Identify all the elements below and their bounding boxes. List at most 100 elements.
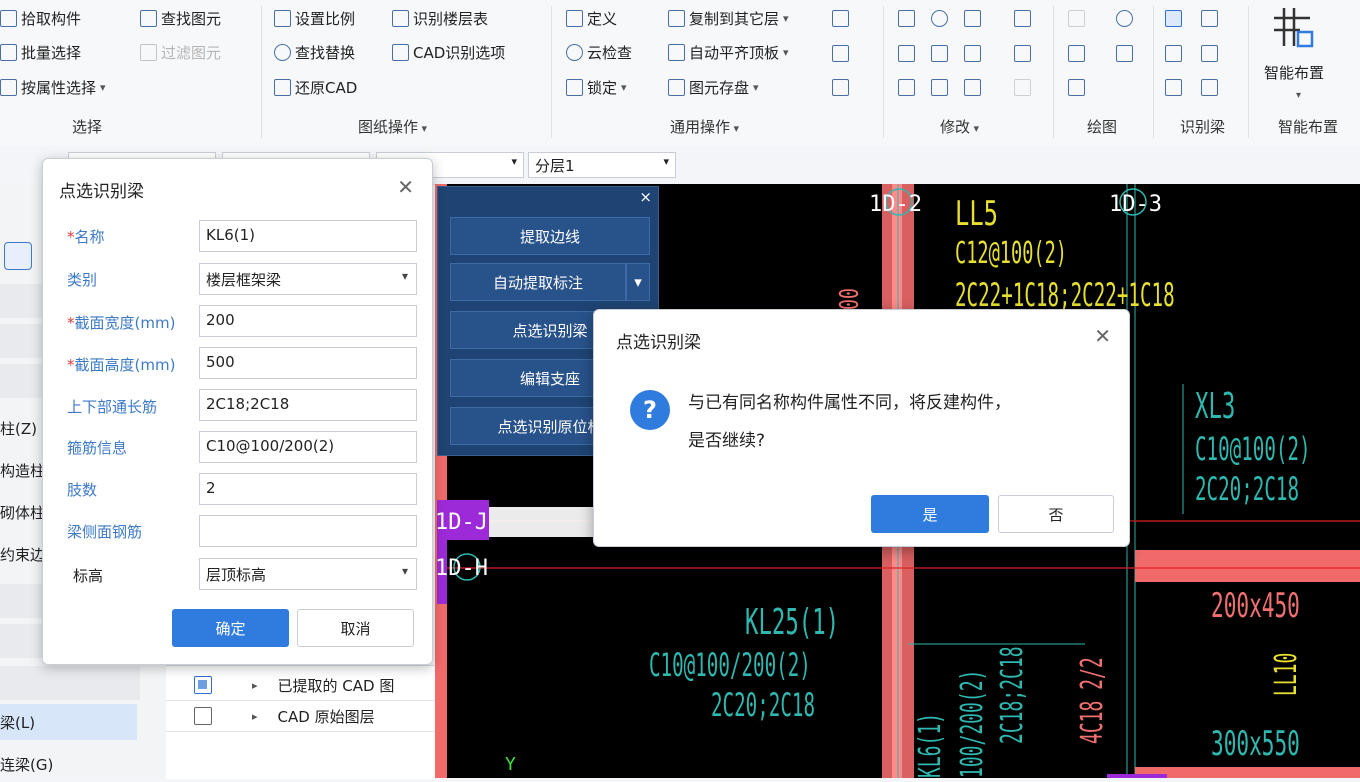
ribbon-divider (1153, 6, 1154, 138)
group-label-drawing-ops[interactable]: 图纸操作 (358, 116, 427, 137)
yes-button[interactable]: 是 (871, 495, 989, 533)
arc-icon[interactable] (1068, 79, 1085, 96)
stirrup-input[interactable]: C10@100/200(2) (199, 431, 417, 463)
field-label-elevation: 标高 (73, 567, 104, 585)
mirror-icon[interactable] (931, 45, 948, 62)
legs-input[interactable]: 2 (199, 473, 417, 505)
define-button[interactable]: 定义 (566, 8, 617, 29)
beam-table-icon[interactable] (1201, 45, 1218, 62)
cad-layer-tree: ▸ 已提取的 CAD 图 ▸ CAD 原始图层 (166, 665, 435, 779)
auto-extract-label-button[interactable]: 自动提取标注 (450, 263, 626, 301)
beam-stirrup-kl25: C10@100/200(2) (649, 646, 811, 684)
layer-checkbox[interactable] (194, 707, 212, 725)
attribute-select-icon (0, 79, 17, 96)
restore-cad-button[interactable]: 还原CAD (274, 77, 357, 98)
layer-row-original[interactable]: ▸ CAD 原始图层 (166, 701, 435, 732)
delete-icon[interactable] (898, 10, 915, 27)
move-icon[interactable] (898, 79, 915, 96)
pick-component-button[interactable]: 拾取构件 (0, 8, 81, 29)
group-label-draw: 绘图 (1087, 118, 1118, 136)
smart-layout-button[interactable]: 智能布置 (1264, 62, 1324, 83)
identify-beam-icon[interactable] (1165, 10, 1182, 27)
dialog-title: 点选识别梁 (59, 182, 144, 202)
beam-stirrup-xl3: C10@100(2) (1195, 430, 1311, 468)
offset-icon[interactable] (1014, 10, 1031, 27)
copy-to-other-floor-button[interactable]: 复制到其它层 (668, 8, 789, 29)
beam-dim-vertical: 00 (835, 288, 865, 310)
field-label-category: 类别 (67, 271, 98, 289)
identify-floor-table-button[interactable]: 识别楼层表 (392, 8, 488, 29)
set-scale-button[interactable]: 设置比例 (274, 8, 355, 29)
align-element-icon[interactable] (964, 45, 981, 62)
group-label-modify[interactable]: 修改 (940, 116, 979, 137)
dimension-icon[interactable] (832, 45, 849, 62)
support-icon[interactable] (1201, 10, 1218, 27)
lock-icon (566, 79, 583, 96)
beam-label-kl6-vertical: KL6(1) (913, 712, 948, 778)
close-icon[interactable]: ✕ (397, 175, 414, 199)
copy-element-icon[interactable] (898, 45, 915, 62)
ok-button[interactable]: 确定 (172, 609, 289, 647)
find-element-button[interactable]: 查找图元 (140, 8, 221, 29)
close-icon[interactable]: ✕ (1094, 324, 1111, 348)
filter-icon (140, 44, 157, 61)
through-rebar-input[interactable]: 2C18;2C18 (199, 389, 417, 421)
group-label-common-ops[interactable]: 通用操作 (670, 116, 739, 137)
line-icon[interactable] (1068, 45, 1085, 62)
axis-label-1d-3: 1D-3 (1109, 192, 1162, 217)
find-replace-button[interactable]: 查找替换 (274, 42, 355, 63)
expand-arrow-icon[interactable]: ▸ (252, 710, 258, 723)
name-input[interactable]: KL6(1) (199, 220, 417, 252)
ribbon: 拾取构件 批量选择 按属性选择 查找图元 过滤图元 选择 设置比例 识别楼层表 … (0, 0, 1360, 147)
element-save-button[interactable]: 图元存盘 (668, 77, 759, 98)
point-icon[interactable] (1068, 10, 1085, 27)
elevation-select[interactable]: 层顶标高 (199, 558, 417, 590)
cad-identify-options-button[interactable]: CAD识别选项 (392, 42, 505, 63)
no-button[interactable]: 否 (998, 495, 1114, 533)
batch-select-button[interactable]: 批量选择 (0, 42, 81, 63)
beam-span-icon[interactable] (1165, 79, 1182, 96)
filter-element-button[interactable]: 过滤图元 (140, 42, 221, 63)
cancel-button[interactable]: 取消 (297, 609, 414, 647)
layer-select[interactable]: 分层1 ▾ (528, 152, 676, 178)
break-icon[interactable] (1014, 45, 1031, 62)
component-item-coupling-beam[interactable]: 连梁(G) (0, 746, 140, 782)
component-item-beam[interactable]: 梁(L) (0, 704, 137, 740)
split-icon[interactable] (931, 79, 948, 96)
field-label-through-rebar: 上下部通长筋 (67, 398, 158, 416)
smart-layout-icon[interactable] (1270, 6, 1326, 52)
beam-label-ll5: LL5 (955, 194, 998, 234)
beam-label-icon[interactable] (1201, 79, 1218, 96)
auto-align-top-button[interactable]: 自动平齐顶板 (668, 42, 789, 63)
property-list-icon[interactable] (4, 242, 32, 270)
lock-button[interactable]: 锁定 (566, 77, 627, 98)
layer-row-extracted[interactable]: ▸ 已提取的 CAD 图 (166, 670, 435, 701)
rectangle-icon[interactable] (1116, 45, 1133, 62)
auto-extract-dropdown-button[interactable]: ▾ (626, 263, 650, 301)
ucs-y-axis-label: Y (505, 754, 516, 775)
edit-disabled-icon[interactable] (1014, 79, 1031, 96)
rotate-icon[interactable] (931, 10, 948, 27)
pick-icon (0, 10, 17, 27)
layer-checkbox[interactable] (194, 676, 212, 694)
ribbon-divider (883, 6, 884, 138)
trim-icon[interactable] (832, 10, 849, 27)
ribbon-divider (1248, 6, 1249, 138)
expand-arrow-icon[interactable]: ▸ (252, 679, 258, 692)
extract-edge-button[interactable]: 提取边线 (450, 217, 650, 255)
smart-layout-dropdown-icon[interactable]: ▾ (1296, 90, 1301, 101)
chevron-down-icon: ▾ (634, 273, 642, 291)
circle-icon[interactable] (1116, 10, 1133, 27)
section-width-input[interactable]: 200 (199, 305, 417, 337)
extend-icon[interactable] (964, 10, 981, 27)
side-rebar-input[interactable] (199, 515, 417, 547)
close-icon[interactable]: × (639, 188, 652, 206)
category-select[interactable]: 楼层框架梁 (199, 263, 417, 295)
select-by-attribute-button[interactable]: 按属性选择 (0, 77, 106, 98)
confirm-message-line1: 与已有同名称构件属性不同，将反建构件， (688, 393, 1011, 413)
check-beam-icon[interactable] (1165, 45, 1182, 62)
section-height-input[interactable]: 500 (199, 347, 417, 379)
layer-icon[interactable] (832, 79, 849, 96)
merge-icon[interactable] (964, 79, 981, 96)
cloud-check-button[interactable]: 云检查 (566, 42, 632, 63)
